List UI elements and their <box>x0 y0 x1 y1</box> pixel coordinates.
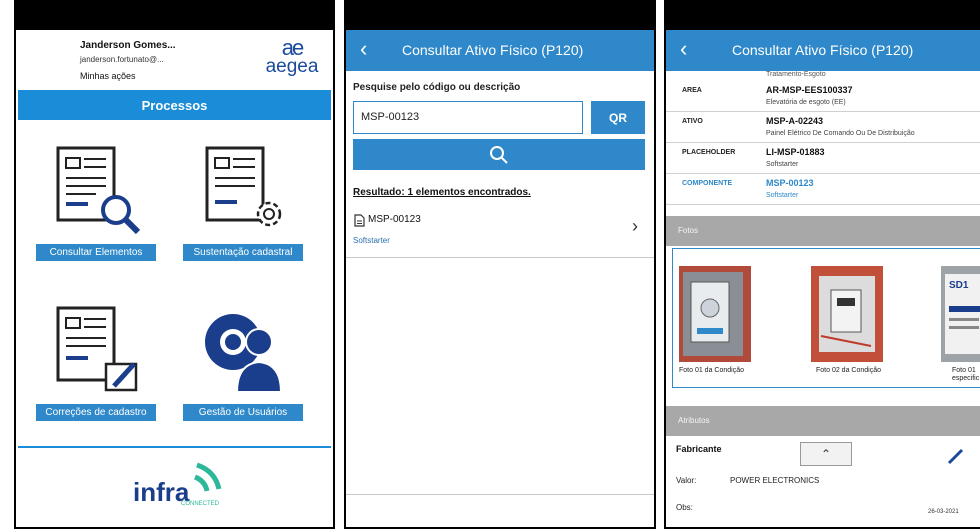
fabricante-label: Fabricante <box>676 444 722 454</box>
valor-value: POWER ELECTRONICS <box>730 476 820 485</box>
app-header: ‹ Consultar Ativo Físico (P120) <box>346 30 654 71</box>
result-item-code[interactable]: MSP-00123 <box>368 214 421 225</box>
row-key: COMPONENTE <box>682 180 733 187</box>
row-sub: Painel Elétrico De Comando Ou De Distrib… <box>766 130 915 137</box>
pencil-icon[interactable] <box>946 446 966 471</box>
infra-logo-sub: CONNECTED <box>181 501 220 507</box>
back-arrow-icon[interactable]: ‹ <box>360 38 367 60</box>
obs-label: Obs: <box>676 503 693 512</box>
status-bar <box>346 2 654 30</box>
status-bar <box>666 2 980 30</box>
search-input[interactable]: MSP-00123 <box>353 101 583 134</box>
attribute-row-ativo: ATIVO MSP-A-02243 Painel Elétrico De Com… <box>666 112 980 143</box>
photo-thumbnail[interactable] <box>679 266 751 362</box>
row-sub: Softstarter <box>766 192 799 199</box>
divider <box>346 494 654 495</box>
photo-thumbnail[interactable] <box>811 266 883 362</box>
my-actions-link[interactable]: Minhas ações <box>80 71 136 81</box>
back-arrow-icon[interactable]: ‹ <box>680 38 687 60</box>
document-gear-icon <box>205 146 282 227</box>
photo-caption: Foto 02 da Condição <box>816 367 881 374</box>
photo-label: SD1 <box>949 280 969 291</box>
row-key: AREA <box>682 87 702 94</box>
row-value: MSP-00123 <box>766 178 814 188</box>
aegea-logo: ae aegea <box>260 35 324 79</box>
date-stamp: 26-03-2021 <box>928 509 959 515</box>
aegea-logo-mark: ae <box>281 35 304 60</box>
attributes-section-header: Atributos <box>666 406 980 436</box>
photo-caption: Foto 01 <box>952 367 976 374</box>
processes-header: Processos <box>18 90 331 120</box>
attribute-row-area: AREA AR-MSP-EES100337 Elevatória de esgo… <box>666 81 980 112</box>
row-value: AR-MSP-EES100337 <box>766 85 853 95</box>
photo-caption: Foto 01 da Condição <box>679 367 744 374</box>
chevron-right-icon[interactable]: › <box>632 216 638 237</box>
softstarter-photo-2 <box>811 266 883 362</box>
row-sub: Elevatória de esgoto (EE) <box>766 99 846 106</box>
menu-screen: Janderson Gomes... janderson.fortunato@.… <box>14 0 335 529</box>
divider <box>346 257 654 258</box>
user-gear-icon <box>205 314 283 393</box>
page-title: Consultar Ativo Físico (P120) <box>402 42 584 58</box>
photo-caption-line2: especific <box>952 375 980 382</box>
tile-label: Consultar Elementos <box>36 244 156 261</box>
tile-sustentacao-cadastral[interactable]: Sustentação cadastral <box>183 142 303 272</box>
aegea-logo-text: aegea <box>265 56 319 77</box>
row-key: ATIVO <box>682 118 703 125</box>
detail-screen: ‹ Consultar Ativo Físico (P120) Tratamen… <box>664 0 980 529</box>
softstarter-photo-1 <box>679 266 751 362</box>
tile-correcoes-cadastro[interactable]: Correções de cadastro <box>36 302 156 432</box>
app-header: ‹ Consultar Ativo Físico (P120) <box>666 30 980 71</box>
qr-button[interactable]: QR <box>591 101 645 134</box>
valor-label: Valor: <box>676 476 697 485</box>
user-email: janderson.fortunato@... <box>80 55 164 64</box>
attribute-row-placeholder: PLACEHOLDER LI-MSP-01883 Softstarter <box>666 143 980 174</box>
document-edit-icon <box>56 306 138 392</box>
photos-section-header: Fotos <box>666 216 980 246</box>
document-search-icon <box>56 146 141 235</box>
search-prompt: Pesquise pelo código ou descrição <box>353 82 521 93</box>
collapse-button[interactable]: ⌃ <box>800 442 852 466</box>
search-screen: ‹ Consultar Ativo Físico (P120) Pesquise… <box>344 0 656 529</box>
infra-connected-logo: infra CONNECTED <box>121 457 231 512</box>
search-icon <box>490 145 508 164</box>
tile-label: Gestão de Usuários <box>183 404 303 421</box>
document-icon <box>353 214 366 232</box>
tile-gestao-usuarios[interactable]: Gestão de Usuários <box>183 302 303 432</box>
result-count: Resultado: 1 elementos encontrados. <box>353 187 531 198</box>
user-name: Janderson Gomes... <box>80 40 176 51</box>
photo-gallery[interactable]: Foto 01 da Condição Foto 02 da Condição … <box>672 248 980 388</box>
photo-thumbnail[interactable]: SD1 <box>941 266 980 362</box>
chevron-up-icon: ⌃ <box>820 447 832 461</box>
result-item-desc: Softstarter <box>353 236 390 245</box>
row-value: LI-MSP-01883 <box>766 147 825 157</box>
tile-label: Correções de cadastro <box>36 404 156 421</box>
status-bar <box>16 2 333 30</box>
tile-label: Sustentação cadastral <box>183 244 303 261</box>
row-value: MSP-A-02243 <box>766 116 824 126</box>
row-sub: Softstarter <box>766 161 799 168</box>
footer-divider <box>18 446 331 448</box>
page-title: Consultar Ativo Físico (P120) <box>732 42 914 58</box>
top-line: Tratamento-Esgoto <box>766 71 826 78</box>
row-key: PLACEHOLDER <box>682 149 736 156</box>
tile-consultar-elementos[interactable]: Consultar Elementos <box>36 142 156 272</box>
search-button[interactable] <box>353 139 645 170</box>
attribute-row-componente[interactable]: COMPONENTE MSP-00123 Softstarter <box>666 174 980 205</box>
